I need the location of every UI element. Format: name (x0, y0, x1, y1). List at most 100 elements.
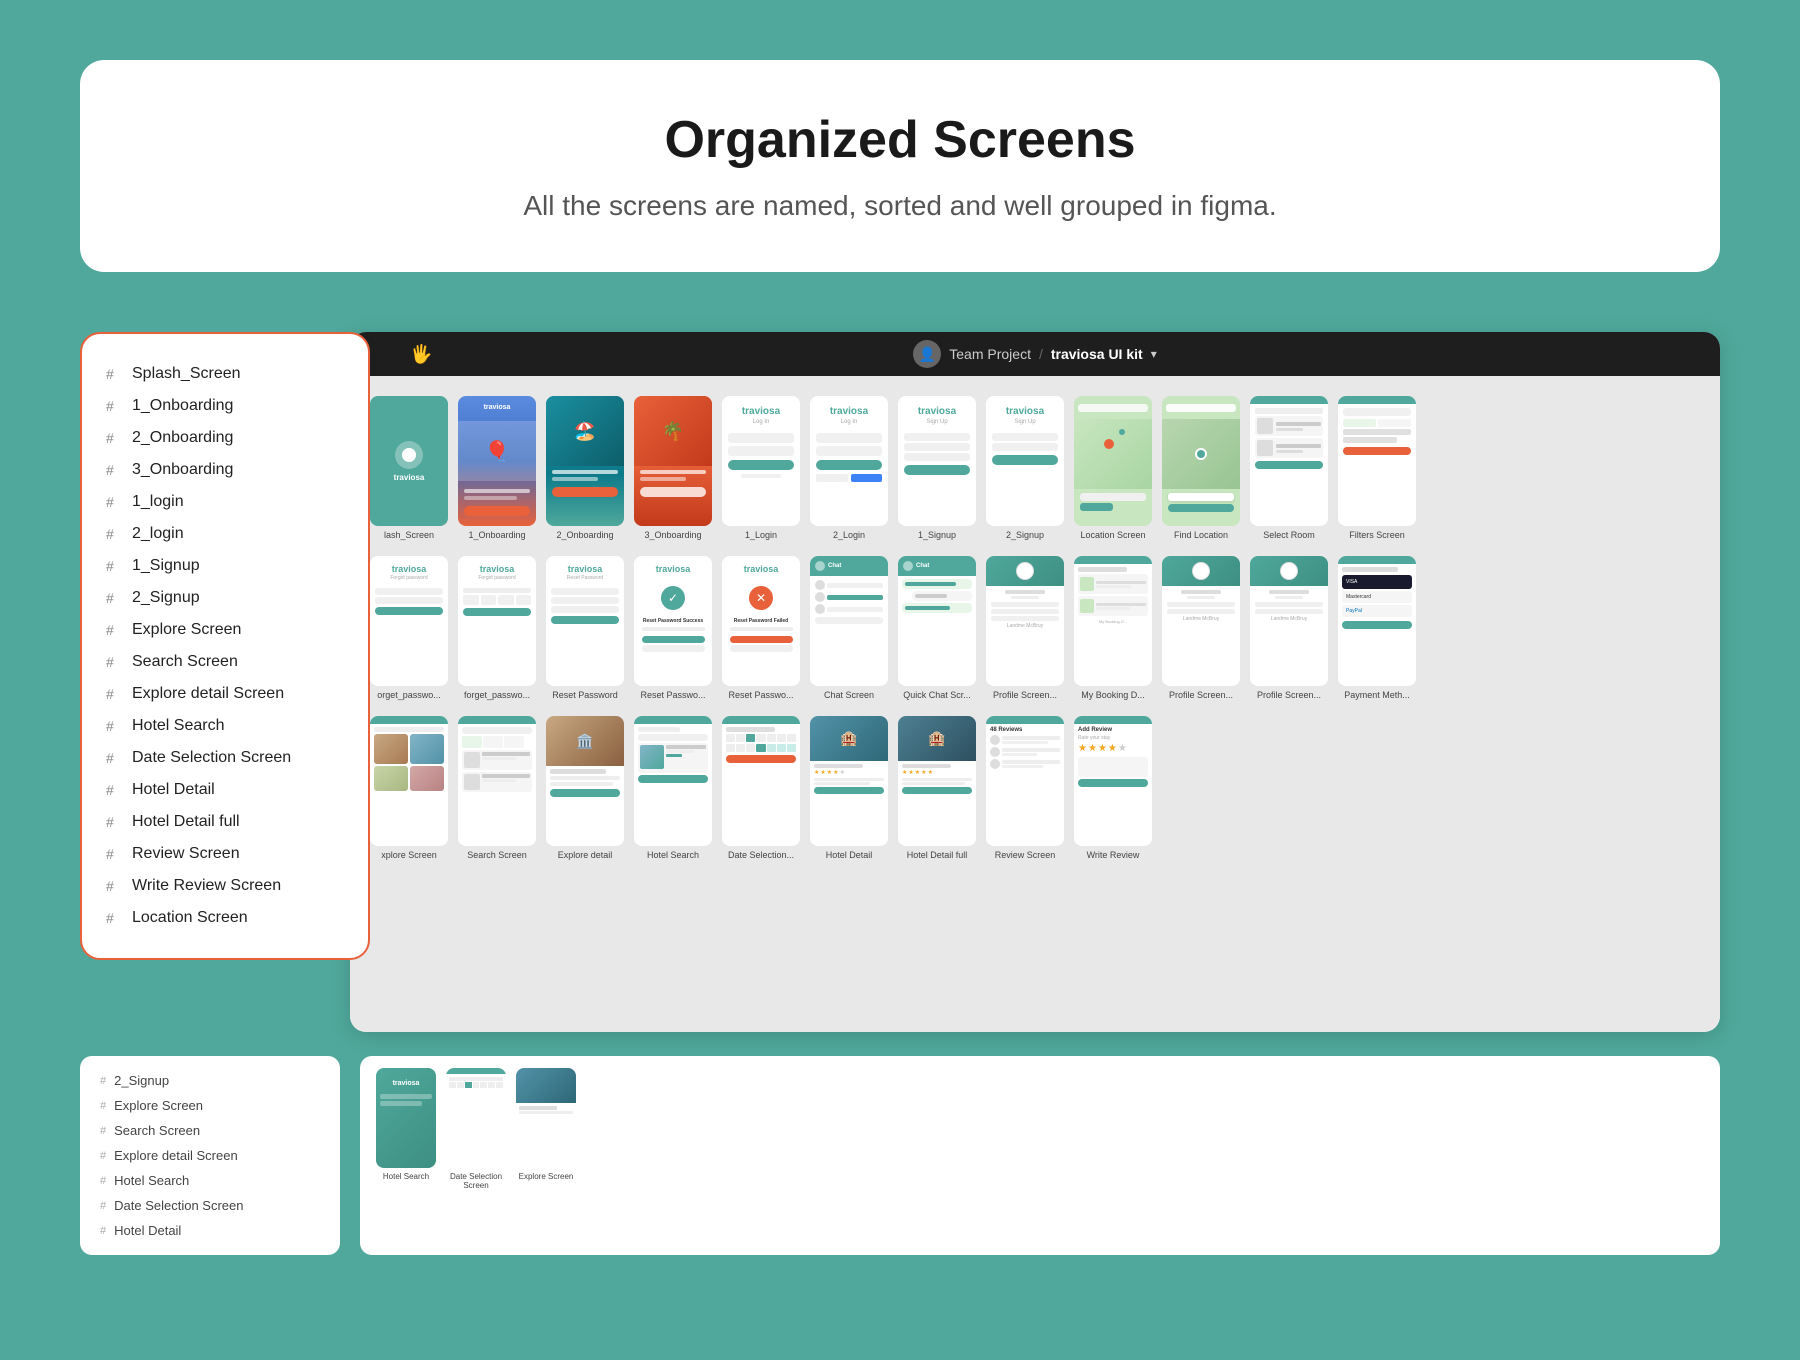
screen-thumb-forgot1: traviosa Forgot password (370, 556, 448, 686)
screen-thumb-hoteldetailfull: 🏨 ★ ★ ★ ★ ★ (898, 716, 976, 846)
bottom-screen-label-1: Hotel Search (383, 1172, 429, 1181)
sidebar-item-3onboarding[interactable]: # 3_Onboarding (102, 454, 348, 486)
hash-icon-12: # (106, 718, 122, 734)
screen-forgot1: traviosa Forgot password orget_passwo... (370, 556, 448, 700)
hash-icon-3: # (106, 430, 122, 446)
sidebar-label-review: Review Screen (132, 845, 240, 863)
bottom-section: # 2_Signup # Explore Screen # Search Scr… (80, 1056, 1720, 1255)
sidebar-item-1login[interactable]: # 1_login (102, 486, 348, 518)
screen-reset1: traviosa Reset Password Re (546, 556, 624, 700)
screen-thumb-explore (370, 716, 448, 846)
bottom-screen-3: Explore Screen (516, 1068, 576, 1181)
bottom-item-label-dateselection: Date Selection Screen (114, 1198, 243, 1213)
screen-thumb-profile3: Landme McBruy (1250, 556, 1328, 686)
bottom-item-label-exploredetail: Explore detail Screen (114, 1148, 238, 1163)
sidebar-label-hotel-detail: Hotel Detail (132, 781, 215, 799)
screen-row-1: traviosa lash_Screen traviosa (370, 396, 1700, 540)
sidebar-label-2signup: 2_Signup (132, 589, 200, 607)
sidebar-item-1onboarding[interactable]: # 1_Onboarding (102, 390, 348, 422)
screen-explore: xplore Screen (370, 716, 448, 860)
hash-icon: # (106, 366, 122, 382)
hash-icon-6: # (106, 526, 122, 542)
main-content: # Splash_Screen # 1_Onboarding # 2_Onboa… (80, 332, 1720, 1032)
sidebar-item-explore[interactable]: # Explore Screen (102, 614, 348, 646)
bottom-item-hotelsearch[interactable]: # Hotel Search (96, 1168, 324, 1193)
hash-icon-5: # (106, 494, 122, 510)
screen-quickchat: Chat (898, 556, 976, 700)
sidebar-label-explore: Explore Screen (132, 621, 241, 639)
screen-label-login2: 2_Login (833, 530, 865, 540)
bottom-item-2signup[interactable]: # 2_Signup (96, 1068, 324, 1093)
hash-icon-4: # (106, 462, 122, 478)
sidebar-label-hotel-search: Hotel Search (132, 717, 225, 735)
screen-thumb-onb1: traviosa 🎈 (458, 396, 536, 526)
sidebar-item-review[interactable]: # Review Screen (102, 838, 348, 870)
bottom-item-dateselection[interactable]: # Date Selection Screen (96, 1193, 324, 1218)
bottom-item-explore[interactable]: # Explore Screen (96, 1093, 324, 1118)
screen-filters: Filters Screen (1338, 396, 1416, 540)
sidebar-item-hotel-detail-full[interactable]: # Hotel Detail full (102, 806, 348, 838)
screen-onb2: 🏖️ 2_Onboarding (546, 396, 624, 540)
screen-chat: Chat (810, 556, 888, 700)
screen-reset3: traviosa ✕ Reset Password Failed (722, 556, 800, 700)
bottom-item-label-2signup: 2_Signup (114, 1073, 169, 1088)
sidebar-item-hotel-search[interactable]: # Hotel Search (102, 710, 348, 742)
hash-icon-b7: # (100, 1225, 106, 1237)
sidebar-label-1signup: 1_Signup (132, 557, 200, 575)
screen-label-reset1: Reset Password (552, 690, 618, 700)
header-card: Organized Screens All the screens are na… (80, 60, 1720, 272)
screen-location: Location Screen (1074, 396, 1152, 540)
screen-searchscreen: Search Screen (458, 716, 536, 860)
sidebar-item-location[interactable]: # Location Screen (102, 902, 348, 934)
sidebar-item-1signup[interactable]: # 1_Signup (102, 550, 348, 582)
sidebar-item-2login[interactable]: # 2_login (102, 518, 348, 550)
hash-icon-17: # (106, 878, 122, 894)
sidebar-item-splash[interactable]: # Splash_Screen (102, 358, 348, 390)
screen-label-forgot1: orget_passwo... (377, 690, 441, 700)
hash-icon-b2: # (100, 1100, 106, 1112)
hash-icon-18: # (106, 910, 122, 926)
screen-label-signup1: 1_Signup (918, 530, 956, 540)
screen-thumb-searchscreen (458, 716, 536, 846)
screen-onb1: traviosa 🎈 (458, 396, 536, 540)
figma-topbar: 🖐 👤 Team Project / traviosa UI kit ▾ (350, 332, 1720, 376)
screen-label-booking: My Booking D... (1081, 690, 1145, 700)
bottom-item-label-explore: Explore Screen (114, 1098, 203, 1113)
sidebar-label-search: Search Screen (132, 653, 238, 671)
hash-icon-b5: # (100, 1175, 106, 1187)
page-wrapper: Organized Screens All the screens are na… (0, 0, 1800, 1360)
screen-thumb-forgot2: traviosa Forgot password (458, 556, 536, 686)
sidebar-item-write-review[interactable]: # Write Review Screen (102, 870, 348, 902)
sidebar-item-2signup[interactable]: # 2_Signup (102, 582, 348, 614)
sidebar-item-search[interactable]: # Search Screen (102, 646, 348, 678)
screen-login2: traviosa Log In (810, 396, 888, 540)
screen-dateselection: Date Selection... (722, 716, 800, 860)
bottom-sidebar: # 2_Signup # Explore Screen # Search Scr… (80, 1056, 340, 1255)
sidebar-item-explore-detail[interactable]: # Explore detail Screen (102, 678, 348, 710)
screen-label-hoteldetail: Hotel Detail (826, 850, 873, 860)
screen-thumb-writereview: Add Review Rate your stay ★ ★ ★ ★ ★ (1074, 716, 1152, 846)
screen-thumb-exploredetail: 🏛️ (546, 716, 624, 846)
bottom-screen-label-2: Date Selection Screen (446, 1172, 506, 1190)
sidebar-label-hotel-detail-full: Hotel Detail full (132, 813, 240, 831)
screen-label-writereview: Write Review (1087, 850, 1140, 860)
bottom-item-search[interactable]: # Search Screen (96, 1118, 324, 1143)
figma-panel: 🖐 👤 Team Project / traviosa UI kit ▾ (350, 332, 1720, 1032)
sidebar-item-date-selection[interactable]: # Date Selection Screen (102, 742, 348, 774)
screen-label-reviewscreen: Review Screen (995, 850, 1056, 860)
bottom-item-exploredetail[interactable]: # Explore detail Screen (96, 1143, 324, 1168)
sidebar-item-hotel-detail[interactable]: # Hotel Detail (102, 774, 348, 806)
screen-thumb-signup1: traviosa Sign Up (898, 396, 976, 526)
screen-thumb-booking: My Booking D... (1074, 556, 1152, 686)
screen-login1: traviosa Log In 1_Login (722, 396, 800, 540)
hand-tool-icon[interactable]: 🖐 (410, 344, 432, 365)
bottom-item-hoteldetail[interactable]: # Hotel Detail (96, 1218, 324, 1243)
screen-thumb-filters (1338, 396, 1416, 526)
sidebar-label-1login: 1_login (132, 493, 184, 511)
figma-canvas[interactable]: traviosa lash_Screen traviosa (350, 376, 1720, 1032)
sidebar-panel: # Splash_Screen # 1_Onboarding # 2_Onboa… (80, 332, 370, 960)
bottom-thumb-2 (446, 1068, 506, 1168)
user-avatar: 👤 (913, 340, 941, 368)
screen-label-explore: xplore Screen (381, 850, 437, 860)
sidebar-item-2onboarding[interactable]: # 2_Onboarding (102, 422, 348, 454)
